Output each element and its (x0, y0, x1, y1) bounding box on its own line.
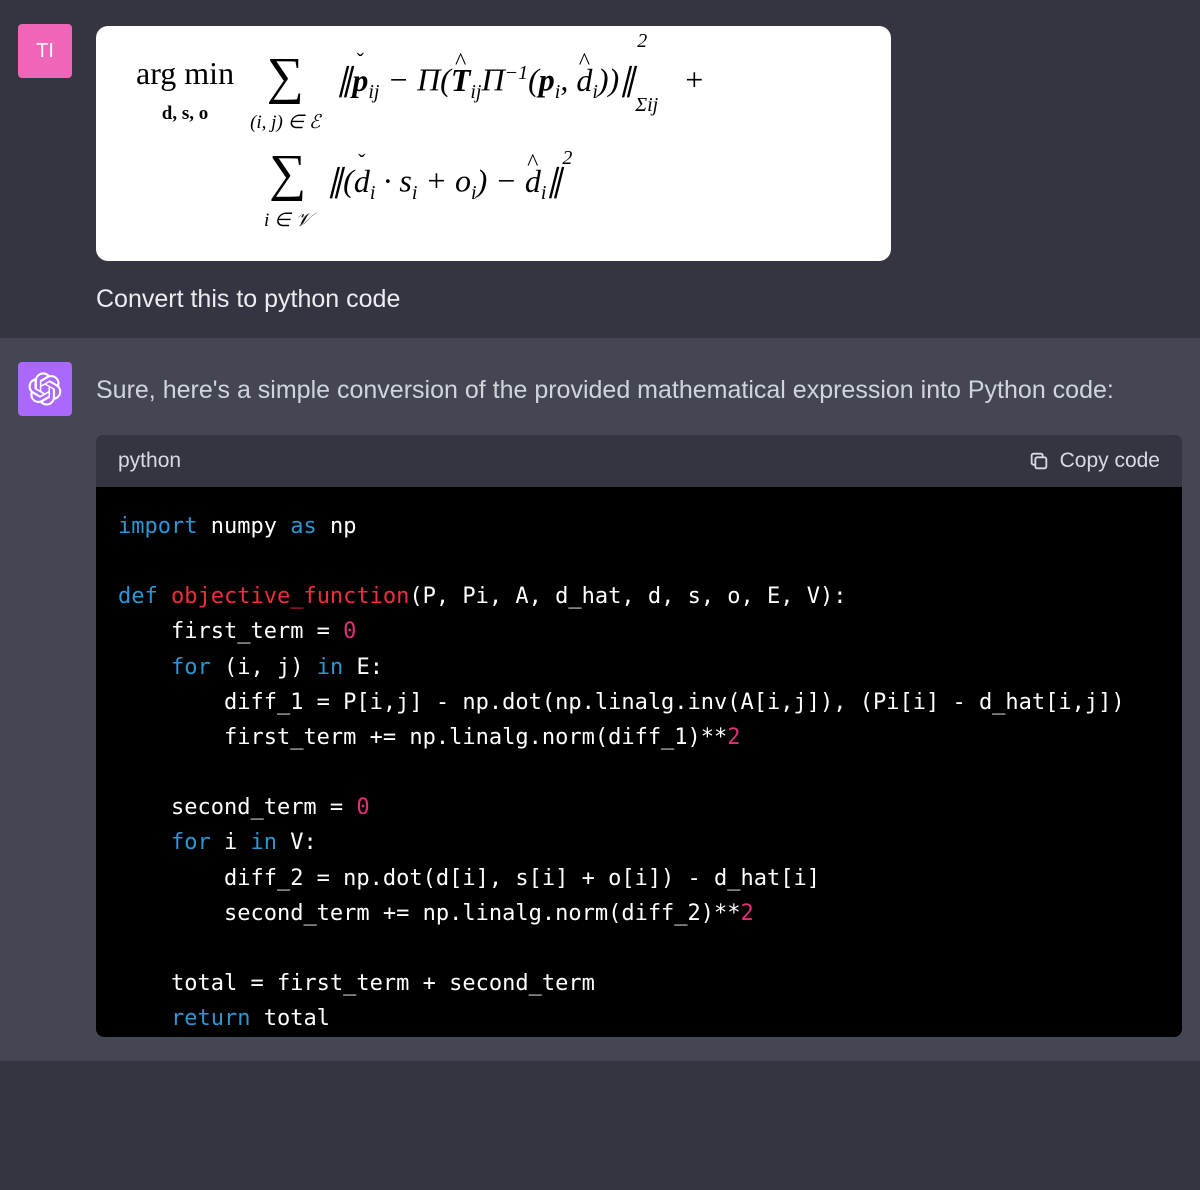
code-body[interactable]: import numpy as np def objective_functio… (96, 487, 1182, 1037)
assistant-message-content: Sure, here's a simple conversion of the … (96, 362, 1182, 1037)
assistant-message-row: Sure, here's a simple conversion of the … (0, 338, 1200, 1061)
user-message-content: arg min d, s, o ∑ (i, j) ∈ ℰ ∥ˇpij − Π(^… (96, 24, 1182, 314)
user-message-row: TI arg min d, s, o ∑ (i, j) ∈ ℰ ∥ˇpij − … (0, 0, 1200, 338)
code-lang-label: python (118, 449, 181, 473)
equation-image: arg min d, s, o ∑ (i, j) ∈ ℰ ∥ˇpij − Π(^… (96, 26, 891, 261)
openai-logo-icon (28, 372, 62, 406)
sum-symbol: ∑ (267, 48, 304, 105)
assistant-avatar (18, 362, 72, 416)
argmin-vars: d, s, o (162, 103, 208, 124)
code-block: python Copy code import numpy as np def … (96, 435, 1182, 1037)
assistant-intro-text: Sure, here's a simple conversion of the … (96, 364, 1182, 405)
code-header: python Copy code (96, 435, 1182, 487)
eq-line1-body: ∥ˇpij − Π(^TijΠ−1(pi, ^di))∥2Σij + (336, 56, 704, 103)
user-avatar: TI (18, 24, 72, 78)
user-prompt-text: Convert this to python code (96, 285, 1182, 314)
sum-sub-1: (i, j) ∈ ℰ (250, 112, 320, 133)
sum-symbol-2: ∑ (269, 145, 306, 202)
argmin-label: arg min (136, 55, 234, 91)
copy-code-button[interactable]: Copy code (1028, 449, 1160, 473)
copy-code-label: Copy code (1060, 449, 1160, 473)
user-avatar-label: TI (36, 40, 54, 63)
copy-icon (1028, 450, 1050, 472)
sum-sub-2: i ∈ 𝒱 (264, 210, 311, 231)
eq-line2-body: ∥(ˇdi · si + oi) − ^di∥2 (327, 153, 572, 204)
